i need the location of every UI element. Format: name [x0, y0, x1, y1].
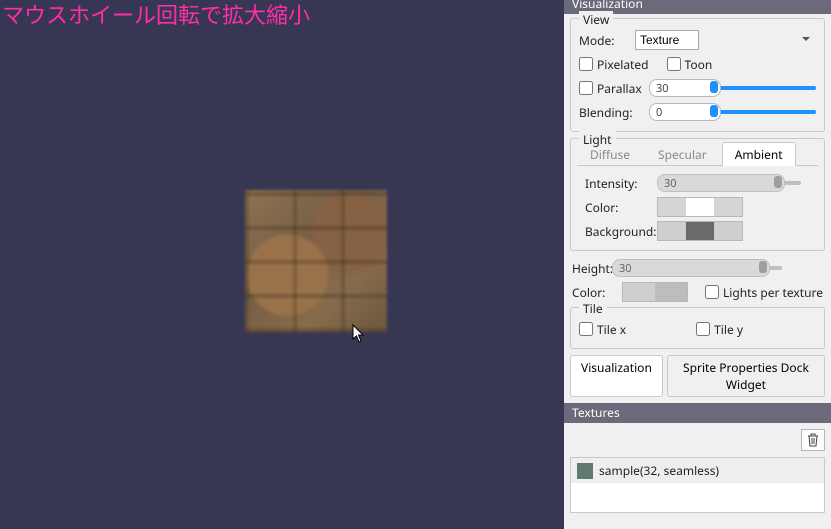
texture-preview: [245, 190, 387, 332]
height-slider[interactable]: 30: [612, 259, 823, 277]
tile-y-checkbox[interactable]: Tile y: [696, 321, 743, 338]
blending-label: Blending:: [579, 104, 649, 121]
mode-label: Mode:: [579, 32, 635, 49]
light-bg-label: Background:: [585, 223, 657, 240]
intensity-slider[interactable]: 30: [657, 174, 810, 192]
lights-per-texture-checkbox[interactable]: Lights per texture: [705, 284, 823, 301]
tab-diffuse[interactable]: Diffuse: [577, 142, 643, 166]
light-color-label: Color:: [585, 199, 657, 216]
lights-per-texture-label: Lights per texture: [723, 284, 823, 301]
group-tile: Tile Tile x Tile y: [570, 307, 825, 349]
viewport[interactable]: マウスホイール回転で拡大縮小: [0, 0, 564, 529]
color-label-2: Color:: [572, 284, 612, 301]
tile-x-checkbox[interactable]: Tile x: [579, 321, 626, 338]
height-value: 30: [619, 261, 632, 276]
texture-list-item[interactable]: sample(32, seamless): [571, 458, 824, 483]
panel-header-textures: Textures: [564, 403, 831, 423]
light-color-swatch[interactable]: [657, 197, 743, 217]
color-swatch-2[interactable]: [622, 282, 688, 302]
blending-slider[interactable]: 0: [649, 103, 816, 121]
group-view-title: View: [579, 11, 613, 28]
light-tabs: Diffuse Specular Ambient: [577, 141, 818, 166]
intensity-value: 30: [664, 176, 677, 191]
delete-texture-button[interactable]: [801, 429, 825, 451]
tab-specular[interactable]: Specular: [645, 142, 720, 166]
toon-label: Toon: [685, 56, 713, 73]
tab-visualization-bottom[interactable]: Visualization: [570, 355, 663, 397]
pixelated-checkbox[interactable]: Pixelated: [579, 56, 649, 73]
parallax-value: 30: [656, 81, 669, 96]
tile-y-label: Tile y: [714, 321, 743, 338]
tab-sprite-properties[interactable]: Sprite Properties Dock Widget: [667, 355, 825, 397]
bottom-tabs: Visualization Sprite Properties Dock Wid…: [570, 355, 825, 397]
group-light: Light Diffuse Specular Ambient Intensity…: [570, 138, 825, 251]
group-tile-title: Tile: [579, 300, 607, 317]
parallax-checkbox[interactable]: Parallax: [579, 80, 649, 97]
height-label: Height:: [572, 260, 612, 277]
parallax-label: Parallax: [597, 80, 642, 97]
group-view: View Mode: Texture Pixelated Toon Parall…: [570, 18, 825, 132]
properties-panel: Visualization View Mode: Texture Pixelat…: [564, 0, 831, 529]
toon-checkbox[interactable]: Toon: [667, 56, 713, 73]
texture-item-label: sample(32, seamless): [599, 462, 719, 479]
tile-x-label: Tile x: [597, 321, 626, 338]
trash-icon: [807, 433, 819, 447]
light-bg-swatch[interactable]: [657, 221, 743, 241]
blending-value: 0: [656, 105, 662, 120]
texture-list[interactable]: sample(32, seamless): [570, 457, 825, 513]
tab-ambient[interactable]: Ambient: [722, 142, 796, 166]
mode-select[interactable]: Texture: [635, 30, 699, 50]
parallax-slider[interactable]: 30: [649, 79, 816, 97]
overlay-hint: マウスホイール回転で拡大縮小: [2, 0, 310, 30]
texture-thumb: [577, 463, 593, 479]
pixelated-label: Pixelated: [597, 56, 649, 73]
intensity-label: Intensity:: [585, 175, 657, 192]
